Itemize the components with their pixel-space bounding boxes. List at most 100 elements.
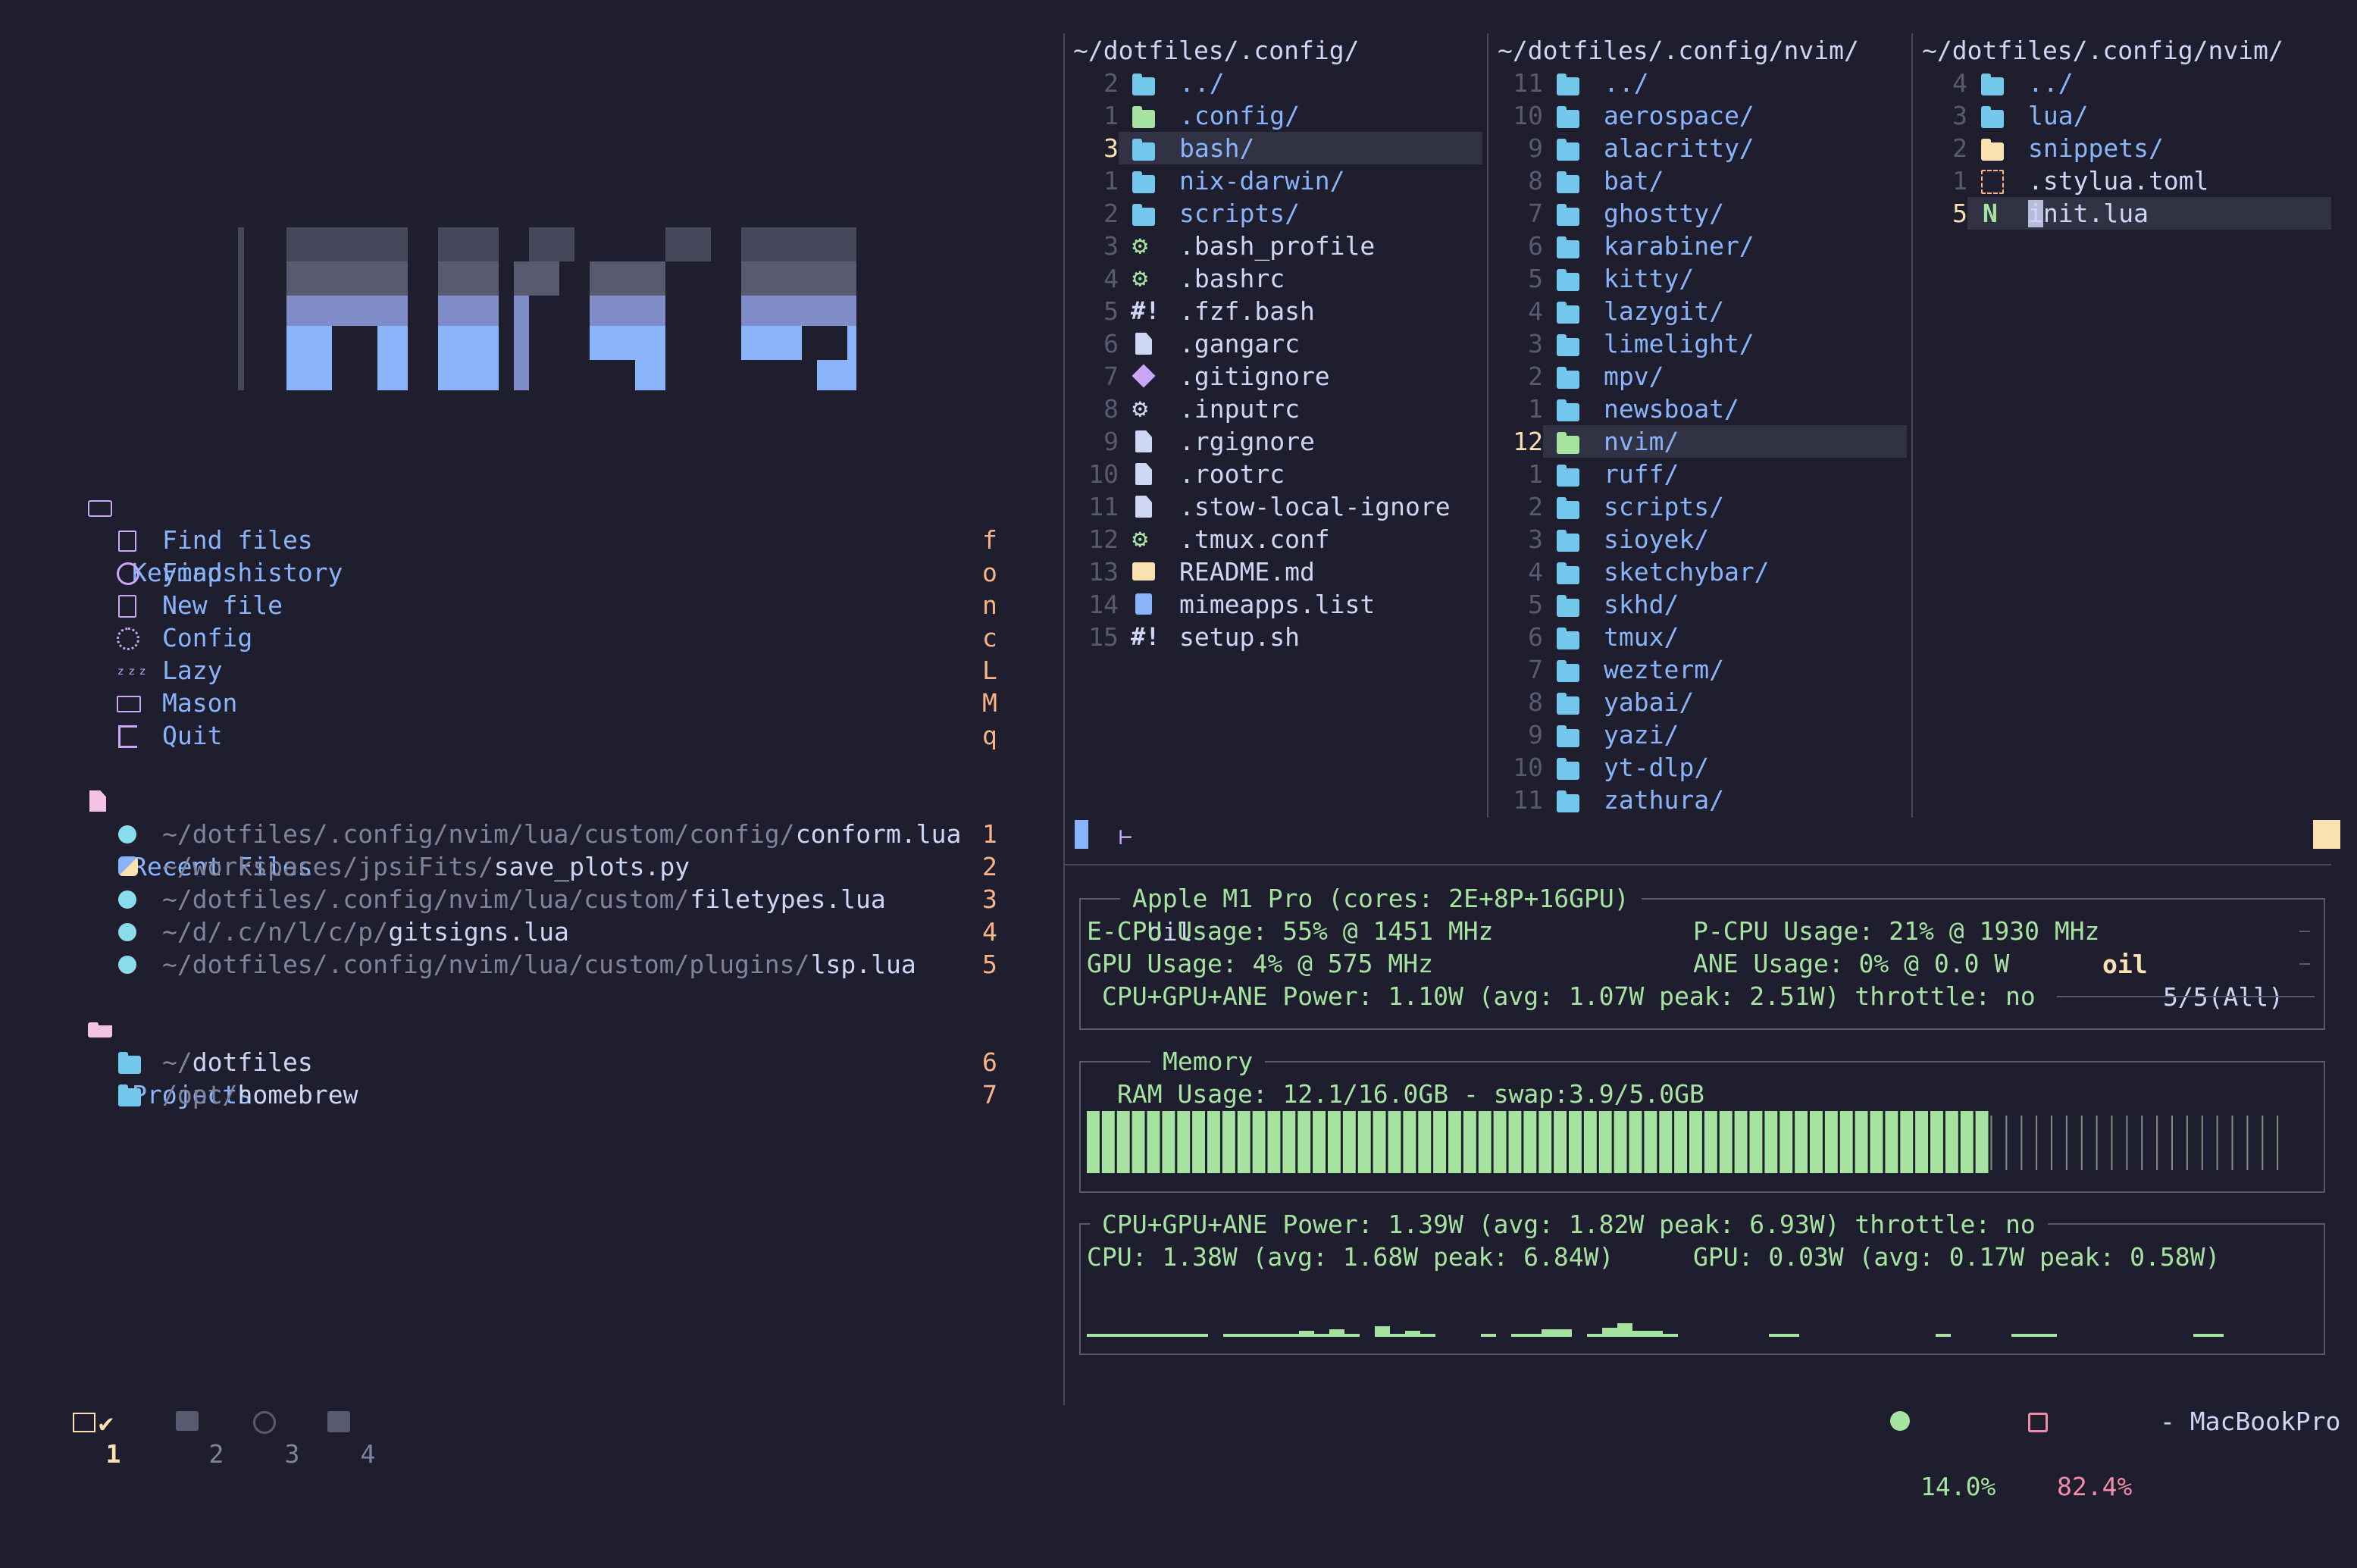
oil-entry[interactable]: 15 #! setup.sh [1073,621,1482,653]
oil-entry[interactable]: 14 mimeapps.list [1073,588,1482,621]
oil-entry[interactable]: 3 bash/ [1073,132,1482,164]
power-sparkline [1087,1323,2224,1337]
folder-icon [1557,628,1579,649]
oil-entry[interactable]: 5 #! .fzf.bash [1073,295,1482,327]
config-folder-icon [1132,106,1155,128]
oil-entry[interactable]: 11 ../ [1498,67,1907,99]
logo-block [590,326,635,360]
keymap-item[interactable]: Mason M [85,687,1009,719]
line-number: 1 [1528,394,1543,424]
oil-entry[interactable]: 5 Ninit.lua [1922,197,2331,230]
line-number: 4 [1103,264,1119,293]
tmux-window-2[interactable]: 2 [149,1405,224,1469]
keymap-item[interactable]: Config c [85,621,1009,654]
oil-entry[interactable]: 2 mpv/ [1498,360,1907,393]
oil-entry[interactable]: 2 snippets/ [1922,132,2331,164]
oil-entry[interactable]: 10 yt-dlp/ [1498,751,1907,784]
oil-entry[interactable]: 3 lua/ [1922,99,2331,132]
oil-entry[interactable]: 7 wezterm/ [1498,653,1907,686]
oil-entry[interactable]: 10 aerospace/ [1498,99,1907,132]
ram-bar-filled [1101,1111,1115,1173]
line-number: 6 [1103,329,1119,358]
keymap-item[interactable]: Find files f [85,524,1009,556]
oil-entry[interactable]: 10 .rootrc [1073,458,1482,490]
oil-entry-name: nvim/ [1604,427,1679,456]
oil-entry[interactable]: 11 .stow-local-ignore [1073,490,1482,523]
recent-file-name: conform.lua [795,819,962,849]
oil-entry[interactable]: 1 nix-darwin/ [1073,164,1482,197]
oil-entry[interactable]: 7 ghostty/ [1498,197,1907,230]
folder-icon [1557,74,1579,95]
ram-bar-filled [1357,1111,1371,1173]
ram-bar-filled [1388,1111,1401,1173]
ram-bar-filled [1824,1111,1838,1173]
oil-entry[interactable]: 6 karabiner/ [1498,230,1907,262]
oil-entry[interactable]: 9 .rgignore [1073,425,1482,458]
oil-entry[interactable]: 12 nvim/ [1498,425,1907,458]
file-icon [1135,496,1152,518]
oil-entry[interactable]: 11 zathura/ [1498,784,1907,816]
oil-entry[interactable]: 1 .config/ [1073,99,1482,132]
oil-entry[interactable]: 2 ../ [1073,67,1482,99]
recent-file-item[interactable]: ~/dotfiles/.config/nvim/lua/custom/filet… [85,883,1009,915]
oil-entry[interactable]: 4 lazygit/ [1498,295,1907,327]
oil-entry-name: wezterm/ [1604,655,1724,684]
recent-file-item[interactable]: ~/workspaces/jpsiFits/save_plots.py 2 [85,850,1009,883]
oil-entry[interactable]: 7 .gitignore [1073,360,1482,393]
project-item[interactable]: ~/dotfiles 6 [85,1046,1009,1078]
oil-entry[interactable]: 6 .gangarc [1073,327,1482,360]
recent-file-item[interactable]: ~/dotfiles/.config/nvim/lua/custom/plugi… [85,948,1009,981]
oil-entry[interactable]: 1 ruff/ [1498,458,1907,490]
ram-bar-filled [1915,1111,1928,1173]
line-number: 9 [1528,133,1543,163]
project-item[interactable]: /opt/homebrew 7 [85,1078,1009,1111]
folder-icon [1557,725,1579,747]
oil-entry[interactable]: 5 skhd/ [1498,588,1907,621]
ram-bar-filled [1493,1111,1507,1173]
oil-entry[interactable]: 6 tmux/ [1498,621,1907,653]
ram-bar-empty [2216,1116,2218,1170]
neovim-icon: N [1983,199,1998,228]
oil-entry[interactable]: 3 sioyek/ [1498,523,1907,556]
oil-entry[interactable]: 8 bat/ [1498,164,1907,197]
recent-file-dir: ~/dotfiles/.config/nvim/lua/custom/confi… [162,819,795,849]
oil-entry[interactable]: 5 kitty/ [1498,262,1907,295]
oil-entry[interactable]: 12 ⚙ .tmux.conf [1073,523,1482,556]
oil-entry[interactable]: 13 README.md [1073,556,1482,588]
oil-entry[interactable]: 4 sketchybar/ [1498,556,1907,588]
cpu-icon [1890,1411,1910,1431]
oil-entry[interactable]: 4 ../ [1922,67,2331,99]
oil-entry[interactable]: 2 scripts/ [1498,490,1907,523]
ram-bar-filled [1900,1111,1914,1173]
keymap-item[interactable]: Quit q [85,719,1009,752]
oil-entry[interactable]: 9 alacritty/ [1498,132,1907,164]
ram-bar-filled [1328,1111,1341,1173]
recent-file-item[interactable]: ~/dotfiles/.config/nvim/lua/custom/confi… [85,818,1009,850]
ram-bar-filled [1207,1111,1220,1173]
tmux-window-1[interactable]: 1 ✔ [45,1405,121,1469]
oil-entry[interactable]: 3 ⚙ .bash_profile [1073,230,1482,262]
recent-file-item[interactable]: ~/d/.c/n/l/c/p/gitsigns.lua 4 [85,915,1009,948]
oil-entry[interactable]: 8 ⚙ .inputrc [1073,393,1482,425]
oil-entry[interactable]: 4 ⚙ .bashrc [1073,262,1482,295]
tmux-window-3[interactable]: 3 [224,1405,299,1469]
folder-icon [1557,367,1579,389]
keymap-item[interactable]: New file n [85,589,1009,621]
keymap-item[interactable]: Find history o [85,556,1009,589]
power-box-title: CPU+GPU+ANE Power: 1.39W (avg: 1.82W pea… [1090,1208,2048,1241]
neovim-icon: ✔ [99,1408,114,1438]
oil-entry[interactable]: 9 yazi/ [1498,718,1907,751]
ram-bar-filled [1960,1111,1974,1173]
folder-icon [118,1084,141,1106]
folder-icon [1557,465,1579,487]
oil-entry[interactable]: 1 newsboat/ [1498,393,1907,425]
lua-icon [118,890,136,909]
oil-entry[interactable]: 8 yabai/ [1498,686,1907,718]
keymap-item[interactable]: ᶻᶻᶻ Lazy L [85,654,1009,687]
ram-bar-filled [1885,1111,1898,1173]
project-dir: /opt/ [162,1080,238,1109]
tmux-window-4[interactable]: 4 [300,1405,375,1469]
oil-entry[interactable]: 2 scripts/ [1073,197,1482,230]
oil-entry[interactable]: 1 .stylua.toml [1922,164,2331,197]
oil-entry[interactable]: 3 limelight/ [1498,327,1907,360]
